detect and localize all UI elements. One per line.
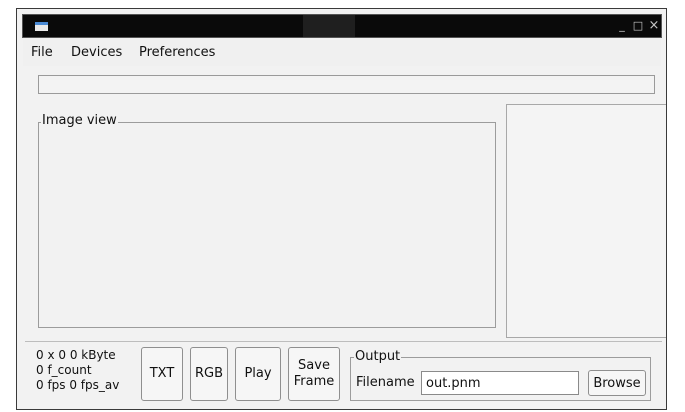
filename-label: Filename (356, 375, 415, 390)
title-bar[interactable]: _ □ × (22, 14, 662, 38)
menu-devices[interactable]: Devices (71, 45, 122, 60)
txt-button[interactable]: TXT (141, 347, 183, 401)
image-view-title: Image view (41, 113, 118, 128)
play-button[interactable]: Play (235, 347, 281, 401)
save-frame-button[interactable]: Save Frame (288, 347, 340, 401)
close-icon[interactable]: × (647, 18, 661, 34)
stats-panel: 0 x 0 0 kByte 0 f_count 0 fps 0 fps_av (36, 348, 119, 393)
fps-label: 0 fps 0 fps_av (36, 378, 120, 392)
app-window-icon (35, 22, 48, 31)
save-frame-label-line1: Save (298, 358, 330, 373)
progress-bar (38, 75, 655, 94)
menu-bar: File Devices Preferences (23, 40, 661, 66)
menu-file[interactable]: File (31, 45, 53, 60)
image-view-panel (38, 122, 496, 328)
app-window: _ □ × File Devices Preferences Image vie… (16, 8, 667, 410)
side-panel (506, 104, 666, 338)
browse-button[interactable]: Browse (588, 370, 646, 396)
filename-input[interactable] (421, 371, 579, 395)
resolution-size-label: 0 x 0 0 kByte (36, 348, 116, 362)
maximize-icon[interactable]: □ (631, 18, 645, 34)
save-frame-label-line2: Frame (293, 374, 335, 389)
frame-count-label: 0 f_count (36, 363, 92, 377)
menu-preferences[interactable]: Preferences (139, 45, 215, 60)
bottom-divider (25, 341, 662, 342)
minimize-icon[interactable]: _ (615, 18, 629, 34)
output-title: Output (354, 349, 402, 364)
rgb-button[interactable]: RGB (190, 347, 228, 401)
title-area (303, 15, 355, 37)
